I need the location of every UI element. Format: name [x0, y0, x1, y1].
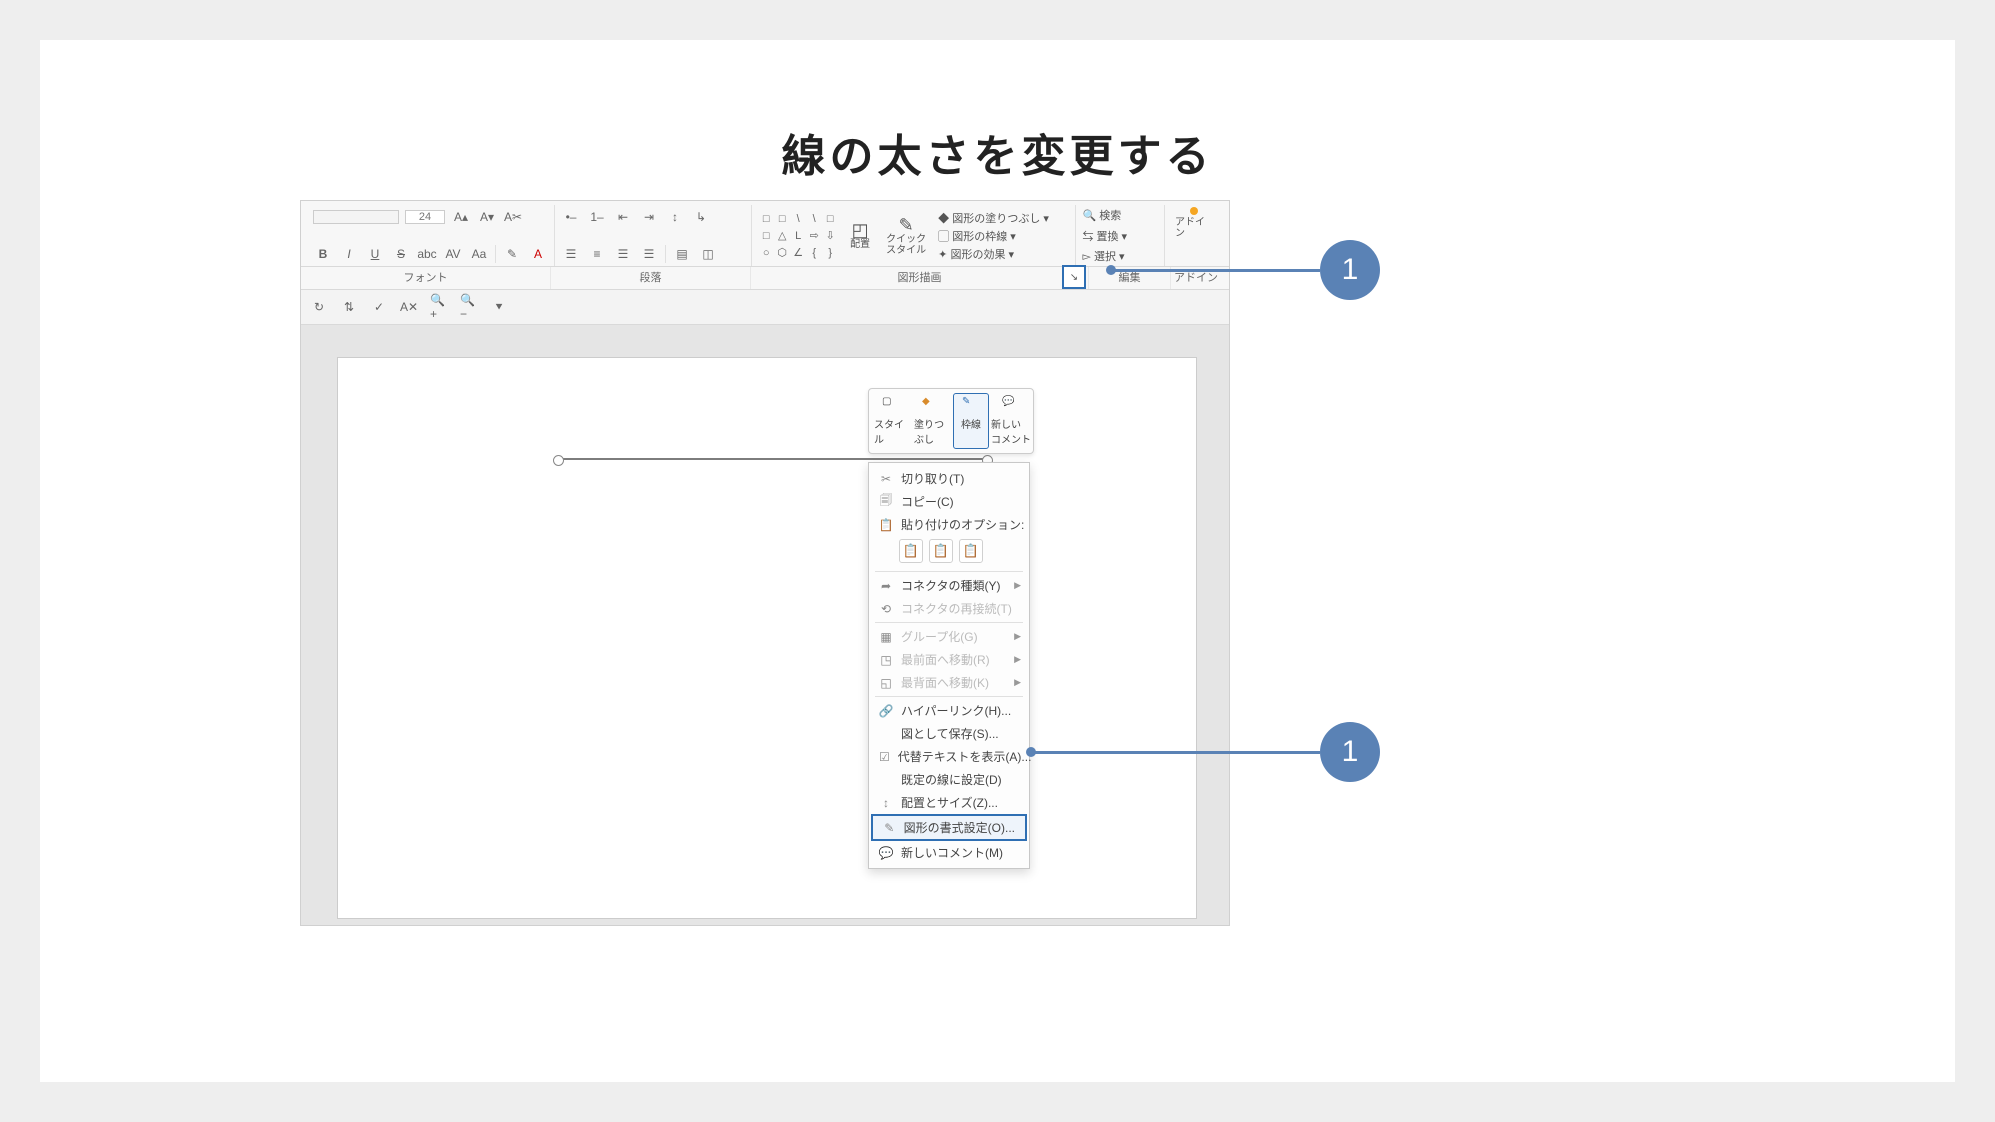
ctx-cut[interactable]: ✂切り取り(T) — [869, 467, 1029, 490]
document-page: ▢ スタイル ◆ 塗りつぶし ✎ 枠線 💬 新 — [337, 357, 1197, 919]
bold-icon[interactable]: B — [313, 244, 333, 264]
indent-dec-icon[interactable]: ⇤ — [613, 207, 633, 227]
group-label-paragraph: 段落 — [551, 267, 751, 289]
zoom-in-icon[interactable]: 🔍+ — [429, 297, 449, 317]
ctx-connector-reconnect: ⟲コネクタの再接続(T) — [869, 597, 1029, 620]
drawing-dialog-launcher[interactable]: ↘ — [1062, 265, 1086, 289]
mini-outline-button[interactable]: ✎ 枠線 — [953, 393, 989, 449]
selected-shape-line[interactable] — [558, 458, 988, 460]
increase-font-icon[interactable]: A▴ — [451, 207, 471, 227]
addin-button[interactable]: アドイン — [1171, 207, 1217, 239]
context-menu: ✂切り取り(T) 🗐コピー(C) 📋貼り付けのオプション: 📋 📋 📋 ➦コネク… — [868, 462, 1030, 869]
ctx-send-back: ◱最背面へ移動(K)▶ — [869, 671, 1029, 694]
paste-options-row: 📋 📋 📋 — [869, 536, 1029, 569]
qat-icon-2[interactable]: ⇅ — [339, 297, 359, 317]
ctx-copy[interactable]: 🗐コピー(C) — [869, 490, 1029, 513]
group-label-font: フォント — [301, 267, 551, 289]
document-viewport: ▢ スタイル ◆ 塗りつぶし ✎ 枠線 💬 新 — [301, 325, 1229, 925]
line-spacing-icon[interactable]: ↕ — [665, 207, 685, 227]
strike-icon[interactable]: S — [391, 244, 411, 264]
ribbon-group-drawing: □□\\□ □△L⇨⇩ ○⬡∠{} ◰ 配置 — [752, 205, 1076, 266]
mini-comment-button[interactable]: 💬 新しい コメント — [993, 393, 1029, 449]
clear-format-icon[interactable]: A✂ — [503, 207, 523, 227]
shape-fill-button[interactable]: ◆ 図形の塗りつぶし ▾ — [938, 210, 1049, 226]
align-center-icon[interactable]: ≡ — [587, 244, 607, 264]
resize-handle-left[interactable] — [553, 455, 564, 466]
indent-inc-icon[interactable]: ⇥ — [639, 207, 659, 227]
ctx-group: ▦グループ化(G)▶ — [869, 625, 1029, 648]
ribbon-group-labels: フォント 段落 図形描画 ↘ 編集 アドイン — [301, 267, 1229, 290]
ctx-hyperlink[interactable]: 🔗ハイパーリンク(H)... — [869, 699, 1029, 722]
font-size-input[interactable] — [405, 210, 445, 224]
arrange-button[interactable]: ◰ 配置 — [846, 221, 874, 250]
justify-icon[interactable]: ☰ — [639, 244, 659, 264]
ctx-paste-options: 📋貼り付けのオプション: — [869, 513, 1029, 536]
shapes-gallery[interactable]: □□\\□ □△L⇨⇩ ○⬡∠{} — [758, 211, 838, 260]
qat-icon-1[interactable]: ↻ — [309, 297, 329, 317]
paste-chip-3[interactable]: 📋 — [959, 539, 983, 563]
qat-icon-4[interactable]: A✕ — [399, 297, 419, 317]
callout-1-line-ribbon — [1111, 269, 1320, 272]
ctx-save-as-picture[interactable]: 図として保存(S)... — [869, 722, 1029, 745]
bullets-icon[interactable]: •– — [561, 207, 581, 227]
paste-chip-1[interactable]: 📋 — [899, 539, 923, 563]
shape-outline-button[interactable]: ▢ 図形の枠線 ▾ — [938, 228, 1049, 244]
align-left-icon[interactable]: ☰ — [561, 244, 581, 264]
ctx-default-line[interactable]: 既定の線に設定(D) — [869, 768, 1029, 791]
mini-toolbar: ▢ スタイル ◆ 塗りつぶし ✎ 枠線 💬 新 — [868, 388, 1034, 454]
mini-style-button[interactable]: ▢ スタイル — [873, 393, 909, 449]
underline-icon[interactable]: U — [365, 244, 385, 264]
ribbon-group-paragraph: •– 1– ⇤ ⇥ ↕ ↳ ☰ ≡ ☰ ☰ ▤ ◫ — [555, 205, 752, 266]
font-name-input[interactable] — [313, 210, 399, 224]
ctx-size-position[interactable]: ↕配置とサイズ(Z)... — [869, 791, 1029, 814]
quick-access-toolbar: ↻ ⇅ ✓ A✕ 🔍+ 🔍− ⯆ — [301, 290, 1229, 325]
ribbon-group-edit: 🔍 検索 ⇆ 置換 ▾ ▻ 選択 ▾ — [1076, 205, 1165, 266]
ctx-connector-type[interactable]: ➦コネクタの種類(Y)▶ — [869, 574, 1029, 597]
columns-icon[interactable]: ▤ — [672, 244, 692, 264]
italic-icon[interactable]: I — [339, 244, 359, 264]
quick-style-button[interactable]: ✎ クイック スタイル — [882, 216, 930, 256]
word-window: A▴ A▾ A✂ B I U S abc AV Aa ✎ A — [300, 200, 1230, 926]
qat-overflow-icon[interactable]: ⯆ — [489, 297, 509, 317]
text-shadow-icon[interactable]: abc — [417, 244, 437, 264]
qat-icon-3[interactable]: ✓ — [369, 297, 389, 317]
page-title: 線の太さを変更する — [40, 120, 1955, 184]
mini-fill-button[interactable]: ◆ 塗りつぶし — [913, 393, 949, 449]
highlight-icon[interactable]: ✎ — [502, 244, 522, 264]
numbering-icon[interactable]: 1– — [587, 207, 607, 227]
find-button[interactable]: 🔍 検索 — [1082, 207, 1158, 223]
callout-1-line-menu — [1031, 751, 1320, 754]
change-case-icon[interactable]: Aa — [469, 244, 489, 264]
ctx-format-shape[interactable]: ✎図形の書式設定(O)... — [871, 814, 1027, 841]
ctx-new-comment[interactable]: 💬新しいコメント(M) — [869, 841, 1029, 864]
callout-1-badge-ribbon: 1 — [1320, 240, 1380, 300]
decrease-font-icon[interactable]: A▾ — [477, 207, 497, 227]
paste-chip-2[interactable]: 📋 — [929, 539, 953, 563]
align-right-icon[interactable]: ☰ — [613, 244, 633, 264]
ribbon-group-font: A▴ A▾ A✂ B I U S abc AV Aa ✎ A — [307, 205, 555, 266]
ctx-alt-text[interactable]: ☑代替テキストを表示(A)... — [869, 745, 1029, 768]
replace-button[interactable]: ⇆ 置換 ▾ — [1082, 228, 1158, 244]
ribbon: A▴ A▾ A✂ B I U S abc AV Aa ✎ A — [301, 201, 1229, 267]
select-button[interactable]: ▻ 選択 ▾ — [1082, 248, 1158, 264]
callout-1-badge-menu: 1 — [1320, 722, 1380, 782]
smartart-icon[interactable]: ◫ — [698, 244, 718, 264]
ribbon-group-addin: アドイン — [1165, 205, 1223, 266]
text-direction-icon[interactable]: ↳ — [691, 207, 711, 227]
ctx-bring-front: ◳最前面へ移動(R)▶ — [869, 648, 1029, 671]
font-color-icon[interactable]: A — [528, 244, 548, 264]
zoom-out-icon[interactable]: 🔍− — [459, 297, 479, 317]
group-label-drawing: 図形描画 ↘ — [751, 267, 1089, 289]
shape-effects-button[interactable]: ✦ 図形の効果 ▾ — [938, 246, 1049, 262]
char-spacing-icon[interactable]: AV — [443, 244, 463, 264]
